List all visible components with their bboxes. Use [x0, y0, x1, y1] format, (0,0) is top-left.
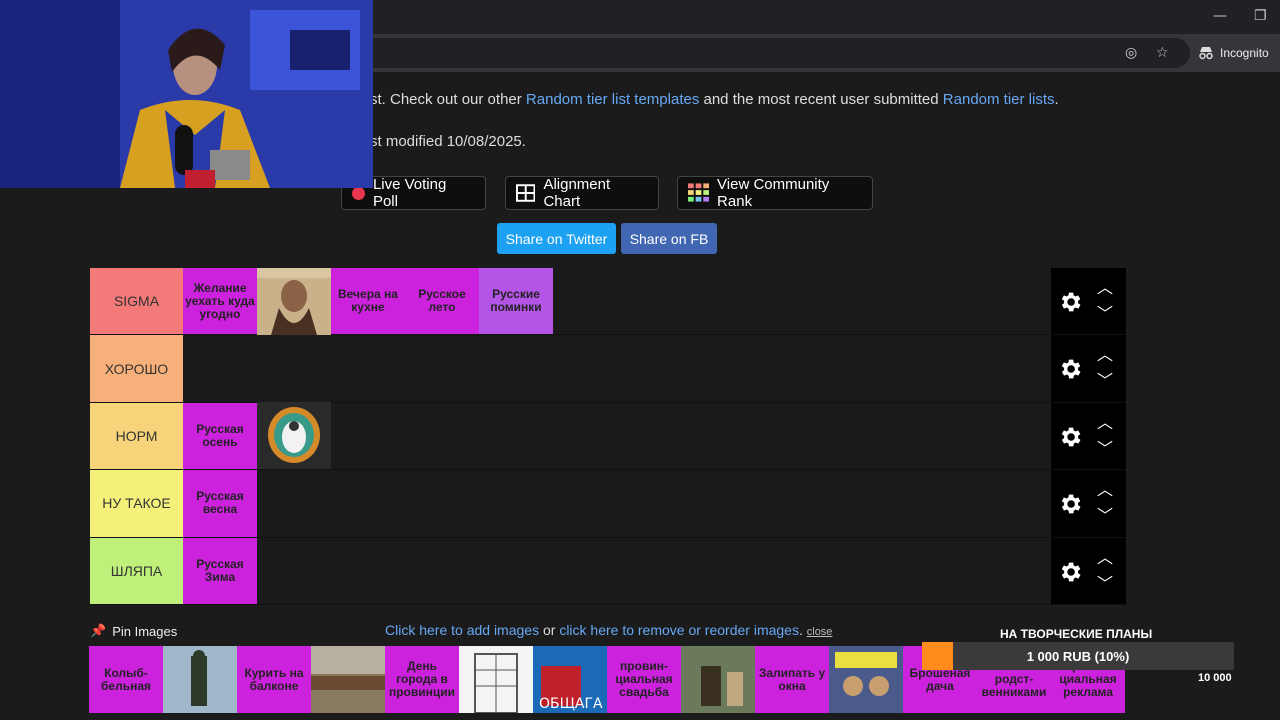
modified-date: st modified 10/08/2025. [370, 133, 526, 150]
donation-goal-overlay: НА ТВОРЧЕСКИЕ ПЛАНЫ 1 000 RUB (10%) 10 0… [920, 624, 1236, 694]
move-down-icon[interactable]: ﹀ [1097, 306, 1113, 322]
move-down-icon[interactable]: ﹀ [1097, 440, 1113, 457]
statue-image[interactable] [163, 646, 237, 713]
portrait-image[interactable] [257, 267, 331, 335]
pool-item[interactable]: Курить на балконе [237, 646, 311, 713]
dot-text: . [798, 622, 807, 638]
move-up-icon[interactable]: ︿ [1097, 549, 1113, 566]
tier-row: SIGMA Желание уехать куда угодно Вечера … [90, 267, 1126, 336]
tier-items [183, 335, 1051, 401]
tier-items: Русская осень [183, 402, 1051, 470]
tier-grid-icon [688, 183, 710, 202]
tier-row: НОРМ Русская осень ︿ ﹀ [90, 402, 1126, 471]
tier-item[interactable]: Русская осень [183, 402, 257, 470]
tier-controls: ︿ ﹀ [1051, 537, 1126, 604]
bookmark-star-icon[interactable]: ☆ [1156, 45, 1169, 61]
tier-label[interactable]: ШЛЯПА [90, 537, 183, 604]
add-images-link[interactable]: Click here to add images [385, 622, 539, 638]
community-rank-label: View Community Rank [717, 176, 830, 210]
close-link[interactable]: close [807, 626, 833, 638]
room-image[interactable] [681, 646, 755, 713]
grid-icon [516, 184, 536, 202]
templates-link[interactable]: Random tier list templates [526, 91, 699, 108]
tier-controls: ︿ ﹀ [1051, 335, 1126, 402]
webcam-overlay [0, 0, 373, 188]
incognito-badge[interactable]: Incognito [1198, 41, 1278, 65]
tier-item[interactable]: Русские поминки [479, 268, 553, 335]
tier-items: Желание уехать куда угодно Вечера на кух… [183, 267, 1051, 335]
pin-images-toggle[interactable]: 📌 Pin Images [90, 621, 177, 641]
intro-prefix: st. Check out our other [370, 91, 526, 108]
artwork-image[interactable] [257, 402, 331, 470]
gear-icon[interactable] [1057, 559, 1083, 585]
webcam-feed-image [0, 0, 373, 188]
tier-item[interactable]: Русское лето [405, 268, 479, 335]
tier-item[interactable]: Русская Зима [183, 537, 257, 604]
maximize-icon[interactable]: ❐ [1254, 8, 1267, 24]
tier-items: Русская Зима [183, 537, 1051, 604]
obshchaga-poster-image[interactable]: ОБЩАГА [533, 646, 607, 713]
tier-row: НУ ТАКОЕ Русская весна ︿ ﹀ [90, 470, 1126, 538]
address-bar[interactable] [360, 38, 1190, 68]
goal-max-label: 10 000 [1198, 672, 1232, 684]
move-up-icon[interactable]: ︿ [1097, 280, 1113, 296]
share-fb-button[interactable]: Share on FB [621, 223, 717, 254]
gear-icon[interactable] [1057, 491, 1083, 517]
tier-label[interactable]: SIGMA [90, 268, 183, 335]
move-down-icon[interactable]: ﹀ [1097, 575, 1113, 592]
move-down-icon[interactable]: ﹀ [1097, 508, 1113, 524]
intro-mid: and the most recent user submitted [699, 91, 943, 108]
gear-icon[interactable] [1057, 424, 1083, 450]
move-up-icon[interactable]: ︿ [1097, 482, 1113, 498]
tier-row: ХОРОШО ︿ ﹀ [90, 335, 1126, 403]
tier-label[interactable]: НОРМ [90, 402, 183, 470]
tier-list: SIGMA Желание уехать куда угодно Вечера … [90, 267, 1126, 605]
incognito-label: Incognito [1220, 46, 1269, 60]
community-rank-button[interactable]: View Community Rank [677, 176, 873, 210]
remove-reorder-link[interactable]: click here to remove or reorder images [559, 622, 799, 638]
image-actions: Click here to add images or click here t… [385, 622, 832, 638]
goal-progress-bar: 1 000 RUB (10%) [922, 642, 1234, 670]
tier-controls: ︿ ﹀ [1051, 268, 1126, 335]
pin-images-label: Pin Images [112, 623, 178, 639]
pool-item[interactable]: Залипать у окна [755, 646, 829, 713]
or-text: or [539, 622, 560, 638]
building-image[interactable] [459, 646, 533, 713]
tier-items: Русская весна [183, 470, 1051, 537]
pool-item[interactable]: День города в провинции [385, 646, 459, 713]
tier-controls: ︿ ﹀ [1051, 402, 1126, 470]
gear-icon[interactable] [1057, 289, 1083, 315]
tier-label[interactable]: НУ ТАКОЕ [90, 470, 183, 537]
tier-controls: ︿ ﹀ [1051, 470, 1126, 537]
move-down-icon[interactable]: ﹀ [1097, 373, 1113, 389]
pin-icon: 📌 [90, 623, 107, 639]
rail-image[interactable] [311, 646, 385, 713]
tier-row: ШЛЯПА Русская Зима ︿ ﹀ [90, 537, 1126, 605]
gear-icon[interactable] [1057, 356, 1083, 382]
svg-text:ОБЩАГА: ОБЩАГА [539, 696, 603, 712]
tier-item[interactable]: Вечера на кухне [331, 268, 405, 335]
goal-title: НА ТВОРЧЕСКИЕ ПЛАНЫ [1000, 627, 1153, 641]
intro-text: st. Check out our other Random tier list… [370, 91, 1059, 108]
pool-item[interactable]: Колыб-бельная [89, 646, 163, 713]
live-voting-label: Live Voting Poll [372, 176, 447, 210]
red-dot-icon [352, 186, 365, 200]
alignment-chart-label: Alignment Chart [543, 176, 611, 210]
alignment-chart-button[interactable]: Alignment Chart [505, 176, 659, 210]
tier-label[interactable]: ХОРОШО [90, 335, 183, 402]
intro-suffix: . [1054, 91, 1059, 108]
incognito-icon [1199, 47, 1213, 60]
tier-item[interactable]: Русская весна [183, 470, 257, 537]
goal-progress-text: 1 000 RUB (10%) [1026, 649, 1130, 664]
move-up-icon[interactable]: ︿ [1097, 347, 1113, 363]
tier-item[interactable]: Желание уехать куда угодно [183, 268, 257, 335]
user-lists-link[interactable]: Random tier lists [943, 91, 1055, 108]
minimize-icon[interactable]: — [1213, 8, 1227, 24]
share-twitter-button[interactable]: Share on Twitter [497, 223, 616, 254]
move-up-icon[interactable]: ︿ [1097, 414, 1113, 431]
pool-item[interactable]: провин-циальная свадьба [607, 646, 681, 713]
poster-image[interactable] [829, 646, 903, 713]
tracking-eye-icon[interactable]: ◎ [1125, 45, 1137, 61]
